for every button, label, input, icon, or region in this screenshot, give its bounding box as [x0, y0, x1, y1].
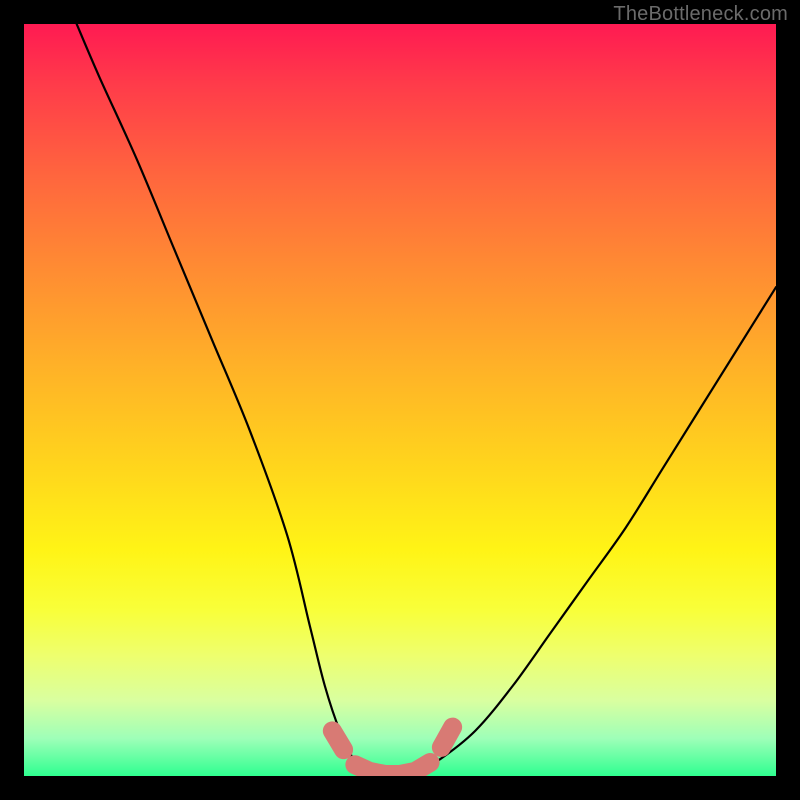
highlight-segment [355, 762, 430, 774]
chart-frame: TheBottleneck.com [0, 0, 800, 800]
plot-area [24, 24, 776, 776]
highlight-segment [332, 731, 343, 750]
watermark-text: TheBottleneck.com [613, 3, 788, 26]
highlight-segment [441, 727, 452, 747]
chart-svg [24, 24, 776, 776]
optimal-range-highlight [332, 727, 452, 774]
bottleneck-curve [77, 24, 776, 776]
curve-path [77, 24, 776, 776]
